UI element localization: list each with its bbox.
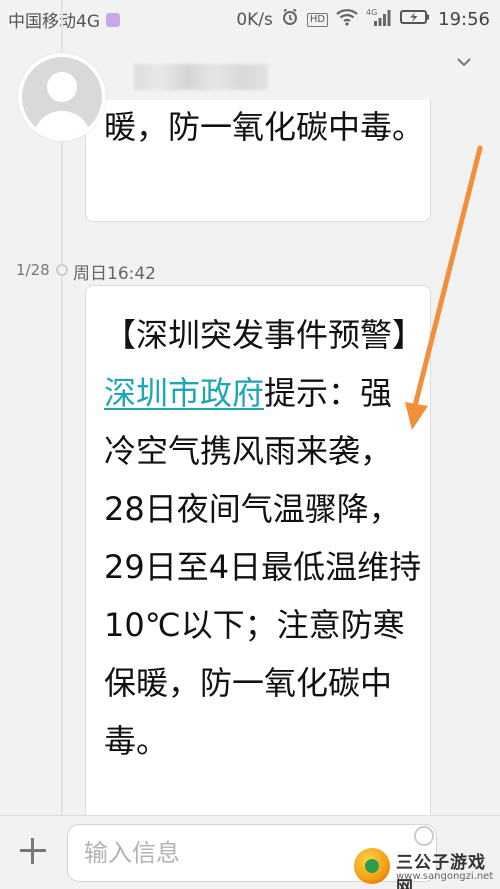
status-bar: 中国移动4G 0K/s HD 4G 19:56	[0, 0, 500, 36]
message-bubble-previous[interactable]: 暖，防一氧化碳中毒。	[85, 100, 431, 222]
carrier-label: 中国移动4G	[8, 12, 100, 32]
message-link[interactable]: 深圳市政府	[104, 374, 264, 412]
battery-charging-icon	[400, 9, 430, 30]
hd-icon: HD	[306, 12, 329, 27]
alarm-icon	[281, 8, 299, 31]
plus-icon[interactable]	[18, 836, 48, 866]
watermark-title: 三公子游戏网	[396, 853, 486, 889]
message-timestamp: 周日16:42	[73, 264, 156, 284]
svg-text:4G: 4G	[366, 8, 377, 17]
image-notification-icon	[106, 12, 120, 27]
message-text-previous[interactable]: 暖，防一氧化碳中毒。	[104, 98, 424, 156]
contact-avatar[interactable]	[18, 53, 106, 141]
message-bubble[interactable]: 【深圳突发事件预警】深圳市政府提示：强冷空气携风雨来袭，28日夜间气温骤降，29…	[85, 285, 431, 845]
message-date: 1/28	[16, 261, 50, 279]
message-text[interactable]: 【深圳突发事件预警】深圳市政府提示：强冷空气携风雨来袭，28日夜间气温骤降，29…	[104, 306, 424, 770]
clock: 19:56	[438, 9, 490, 30]
message-body: 提示：强冷空气携风雨来袭，28日夜间气温骤降，29日至4日最低温维持10℃以下；…	[104, 374, 422, 760]
wifi-icon	[336, 8, 358, 31]
contact-name: 1069780795	[134, 64, 268, 90]
network-speed: 0K/s	[236, 9, 273, 30]
watermark-url: www.sangongzi.net	[396, 871, 494, 882]
chevron-down-icon[interactable]	[454, 52, 474, 72]
watermark-logo	[354, 848, 390, 884]
message-prefix: 【深圳突发事件预警】	[104, 316, 425, 354]
site-watermark: 三公子游戏网 www.sangongzi.net	[352, 842, 500, 889]
timeline-dot	[56, 264, 68, 276]
signal-4g-icon: 4G	[366, 7, 392, 32]
